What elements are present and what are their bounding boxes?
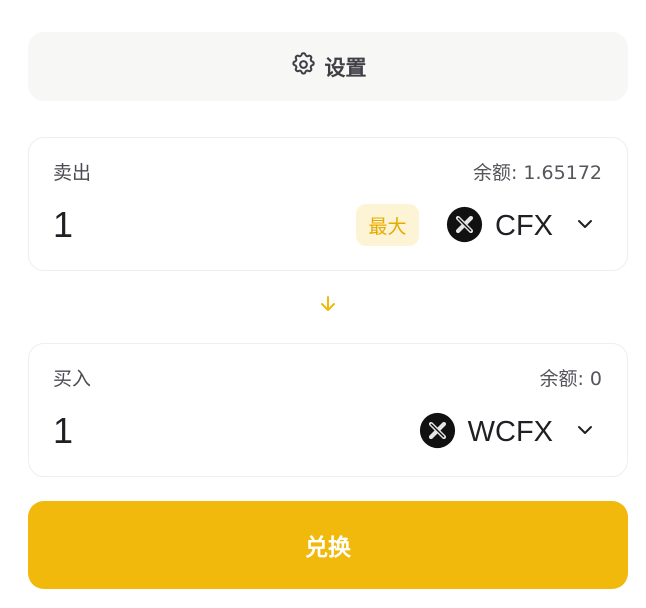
sell-balance: 余额: 1.65172: [472, 162, 602, 184]
buy-panel: 买入 余额: 0 WCFX: [28, 343, 628, 477]
max-button[interactable]: 最大: [356, 204, 419, 246]
gear-icon: [290, 51, 317, 82]
buy-amount-input[interactable]: [53, 410, 253, 452]
sell-panel: 卖出 余额: 1.65172 最大 CFX: [28, 137, 628, 271]
sell-token-symbol: CFX: [495, 209, 553, 242]
buy-balance: 余额: 0: [539, 368, 602, 390]
sell-token-selector[interactable]: CFX: [446, 204, 595, 248]
cfx-token-logo: [419, 412, 456, 453]
buy-token-symbol: WCFX: [467, 415, 553, 448]
settings-button[interactable]: 设置: [28, 32, 628, 101]
buy-token-selector[interactable]: WCFX: [419, 410, 595, 454]
chevron-down-icon: [565, 214, 595, 238]
cfx-token-logo: [446, 206, 483, 247]
buy-title: 买入: [53, 368, 92, 390]
sell-title: 卖出: [53, 162, 92, 184]
sell-amount-input[interactable]: [53, 204, 253, 246]
settings-label: 设置: [324, 55, 367, 80]
exchange-button[interactable]: 兑换: [28, 501, 628, 589]
arrow-down-icon[interactable]: [317, 293, 339, 315]
chevron-down-icon: [565, 420, 595, 444]
